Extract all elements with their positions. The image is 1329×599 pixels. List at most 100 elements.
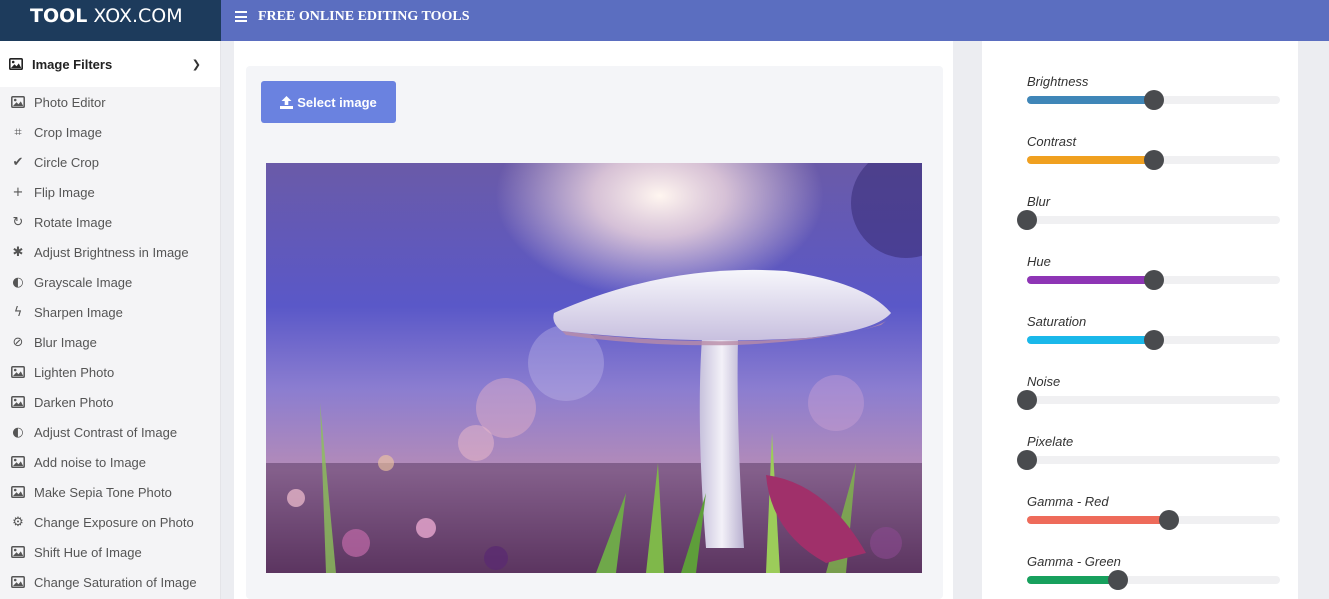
sidebar: Image Filters ❯ Photo Editor ⌗ Crop Image ✔… — [0, 41, 221, 599]
slider-group: Saturation — [1027, 314, 1280, 350]
image-icon — [10, 454, 26, 470]
sidebar-item[interactable]: ⊘ Blur Image — [0, 327, 220, 357]
upload-icon — [280, 95, 294, 109]
slider-label: Hue — [1027, 254, 1051, 269]
sidebar-item[interactable]: ✔ Circle Crop — [0, 147, 220, 177]
image-preview — [266, 163, 922, 573]
sidebar-item-label: Circle Crop — [34, 154, 100, 170]
image-icon — [10, 364, 26, 380]
gear-icon: ⚙ — [12, 514, 24, 530]
slider-label: Pixelate — [1027, 434, 1074, 449]
slider-track[interactable] — [1027, 270, 1280, 290]
top-bar: FREE ONLINE EDITING TOOLS — [221, 0, 1329, 41]
bolt-icon: ϟ — [13, 304, 23, 320]
slider-group: Pixelate — [1017, 434, 1280, 470]
image-icon — [10, 94, 26, 110]
slider-group: Blur — [1017, 194, 1280, 230]
slider-track[interactable] — [1027, 150, 1280, 170]
slider-label: Gamma - Red — [1027, 494, 1109, 509]
sidebar-item[interactable]: ϟ Sharpen Image — [0, 297, 220, 327]
sidebar-item-label: Grayscale Image — [34, 274, 133, 290]
slider-fill — [1027, 516, 1169, 524]
image-icon — [10, 394, 26, 410]
sidebar-item-label: Lighten Photo — [34, 364, 115, 380]
sidebar-item-label: Crop Image — [34, 124, 102, 140]
slider-track[interactable] — [1027, 330, 1280, 350]
sidebar-item[interactable]: ⚙ Change Exposure on Photo — [0, 507, 220, 537]
image-icon — [10, 544, 26, 560]
sidebar-item[interactable]: ◐ Grayscale Image — [0, 267, 220, 297]
plus-icon: + — [12, 184, 24, 200]
check-circle-icon: ✔ — [12, 154, 24, 170]
slider-group: Gamma - Green — [1027, 554, 1280, 590]
slider-fill — [1027, 336, 1154, 344]
slider-track[interactable] — [1027, 90, 1280, 110]
slider-label: Contrast — [1027, 134, 1077, 149]
slider-thumb[interactable] — [1017, 390, 1037, 410]
slider-label: Blur — [1027, 194, 1051, 209]
rotate-icon: ↻ — [12, 214, 24, 230]
slider-group: Gamma - Red — [1027, 494, 1280, 530]
slider-thumb[interactable] — [1108, 570, 1129, 590]
slider-thumb[interactable] — [1143, 90, 1164, 110]
slider-thumb[interactable] — [1143, 270, 1164, 290]
crop-icon: ⌗ — [14, 124, 22, 140]
sidebar-item[interactable]: Lighten Photo — [0, 357, 220, 387]
slider-thumb[interactable] — [1143, 330, 1164, 350]
sidebar-item[interactable]: Photo Editor — [0, 87, 220, 117]
sidebar-item-label: Flip Image — [34, 184, 95, 200]
slider-group: Brightness — [1027, 74, 1280, 110]
sidebar-item[interactable]: + Flip Image — [0, 177, 220, 207]
slider-label: Gamma - Green — [1027, 554, 1121, 569]
slider-thumb[interactable] — [1017, 210, 1037, 230]
sidebar-section-image-filters[interactable]: Image Filters ❯ — [0, 41, 220, 87]
editor-panel: Select image — [246, 66, 943, 599]
slider-thumb[interactable] — [1017, 450, 1037, 470]
sidebar-section-label: Image Filters — [32, 56, 113, 72]
slider-fill — [1027, 156, 1154, 164]
sidebar-item-label: Make Sepia Tone Photo — [34, 484, 172, 500]
slider-track[interactable] — [1017, 390, 1280, 410]
slider-group: Noise — [1017, 374, 1280, 410]
sidebar-list: Photo Editor ⌗ Crop Image ✔ Circle Crop + Flip… — [0, 87, 220, 597]
editor-area: Select image — [234, 41, 953, 599]
hamburger-icon[interactable] — [235, 11, 247, 22]
slider-track[interactable] — [1027, 510, 1280, 530]
sidebar-item-label: Sharpen Image — [34, 304, 123, 320]
select-image-label: Select image — [297, 94, 377, 110]
sidebar-item[interactable]: ✱ Adjust Brightness in Image — [0, 237, 220, 267]
sidebar-item[interactable]: ◐ Adjust Contrast of Image — [0, 417, 220, 447]
slider-label: Noise — [1027, 374, 1061, 389]
sidebar-item-label: Adjust Brightness in Image — [34, 244, 189, 260]
sidebar-item[interactable]: Shift Hue of Image — [0, 537, 220, 567]
slider-label: Saturation — [1027, 314, 1087, 329]
image-icon — [9, 58, 23, 70]
sidebar-item-label: Photo Editor — [34, 94, 106, 110]
sidebar-item-label: Change Exposure on Photo — [34, 514, 194, 530]
half-circle-icon: ◐ — [12, 424, 24, 440]
sidebar-item[interactable]: ↻ Rotate Image — [0, 207, 220, 237]
sidebar-item-label: Darken Photo — [34, 394, 114, 410]
sidebar-item[interactable]: Change Saturation of Image — [0, 567, 220, 597]
site-logo[interactable]: TOOL XOX.COM — [0, 0, 221, 41]
sidebar-item[interactable]: Darken Photo — [0, 387, 220, 417]
slider-track[interactable] — [1017, 210, 1280, 230]
chevron-down-icon[interactable]: ❯ — [192, 58, 201, 71]
half-circle-icon: ◐ — [12, 274, 24, 290]
sidebar-item-label: Add noise to Image — [34, 454, 147, 470]
topbar-title: FREE ONLINE EDITING TOOLS — [258, 8, 470, 24]
sidebar-item-label: Change Saturation of Image — [34, 574, 197, 590]
sidebar-item[interactable]: Make Sepia Tone Photo — [0, 477, 220, 507]
sidebar-item-label: Adjust Contrast of Image — [34, 424, 178, 440]
sidebar-item[interactable]: ⌗ Crop Image — [0, 117, 220, 147]
slider-thumb[interactable] — [1158, 510, 1179, 530]
slider-track[interactable] — [1027, 570, 1280, 590]
sidebar-item-label: Blur Image — [34, 334, 97, 350]
asterisk-icon: ✱ — [12, 244, 24, 260]
select-image-button[interactable]: Select image — [261, 81, 396, 123]
slider-track[interactable] — [1017, 450, 1280, 470]
slider-thumb[interactable] — [1143, 150, 1164, 170]
sidebar-item[interactable]: Add noise to Image — [0, 447, 220, 477]
slider-label: Brightness — [1027, 74, 1089, 89]
slider-group: Contrast — [1027, 134, 1280, 170]
